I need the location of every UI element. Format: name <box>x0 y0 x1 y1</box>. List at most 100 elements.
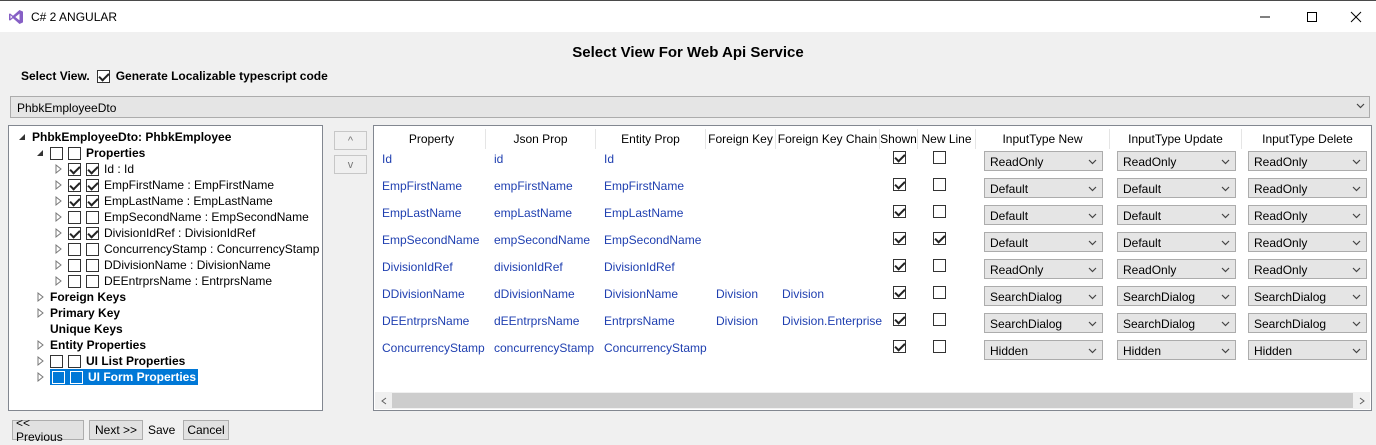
input-type-select[interactable]: ReadOnly <box>984 259 1103 279</box>
expand-icon[interactable] <box>53 179 65 191</box>
new-line-checkbox[interactable] <box>933 313 946 326</box>
expand-icon[interactable] <box>35 291 47 303</box>
tree-node-ui-list-properties[interactable]: UI List Properties <box>35 353 185 369</box>
input-type-select[interactable]: ReadOnly <box>1117 259 1236 279</box>
next-button[interactable]: Next >> <box>89 420 143 440</box>
input-type-select[interactable]: Default <box>984 205 1103 225</box>
tree-checkbox[interactable] <box>50 354 63 368</box>
input-type-select[interactable]: SearchDialog <box>1248 313 1367 333</box>
shown-checkbox[interactable] <box>893 286 906 299</box>
tree-checkbox[interactable] <box>68 146 81 160</box>
tree-property-item[interactable]: Id : Id <box>53 161 134 177</box>
tree-node-unique-keys[interactable]: Unique Keys <box>50 321 123 337</box>
shown-checkbox[interactable] <box>893 178 906 191</box>
expand-icon[interactable] <box>53 275 65 287</box>
column-header[interactable]: Foreign Key <box>706 129 776 149</box>
save-button[interactable]: Save <box>148 423 175 437</box>
tree-checkbox[interactable] <box>68 178 81 192</box>
expand-icon[interactable] <box>35 371 47 383</box>
column-header[interactable]: Property <box>378 129 486 149</box>
move-down-button[interactable]: v <box>334 155 367 174</box>
selected-tree-node[interactable]: UI Form Properties <box>50 369 199 385</box>
tree-checkbox[interactable] <box>86 226 99 240</box>
tree-checkbox[interactable] <box>52 370 65 384</box>
tree-property-item[interactable]: DivisionIdRef : DivisionIdRef <box>53 225 255 241</box>
input-type-select[interactable]: ReadOnly <box>1248 259 1367 279</box>
maximize-button[interactable] <box>1289 5 1335 29</box>
tree-checkbox[interactable] <box>86 274 99 288</box>
shown-checkbox[interactable] <box>893 259 906 272</box>
expand-icon[interactable] <box>35 307 47 319</box>
new-line-checkbox[interactable] <box>933 232 946 245</box>
tree-property-item[interactable]: EmpSecondName : EmpSecondName <box>53 209 309 225</box>
input-type-select[interactable]: ReadOnly <box>1248 151 1367 171</box>
collapse-icon[interactable] <box>17 131 29 143</box>
column-header[interactable]: Json Prop <box>486 129 596 149</box>
tree-checkbox[interactable] <box>86 210 99 224</box>
tree-checkbox[interactable] <box>68 274 81 288</box>
tree-checkbox[interactable] <box>86 162 99 176</box>
expand-icon[interactable] <box>35 355 47 367</box>
scrollbar-thumb[interactable] <box>392 393 1353 408</box>
tree-property-item[interactable]: EmpFirstName : EmpFirstName <box>53 177 274 193</box>
input-type-select[interactable]: SearchDialog <box>984 313 1103 333</box>
tree-property-item[interactable]: DDivisionName : DivisionName <box>53 257 271 273</box>
input-type-select[interactable]: SearchDialog <box>984 286 1103 306</box>
move-up-button[interactable]: ^ <box>334 131 367 150</box>
tree-node-ui-form-properties[interactable]: UI Form Properties <box>35 369 199 385</box>
input-type-select[interactable]: Default <box>1117 232 1236 252</box>
new-line-checkbox[interactable] <box>933 178 946 191</box>
scroll-left-icon[interactable] <box>375 392 392 409</box>
tree-checkbox[interactable] <box>68 210 81 224</box>
column-header[interactable]: Entity Prop <box>596 129 706 149</box>
shown-checkbox[interactable] <box>893 151 906 164</box>
tree-checkbox[interactable] <box>68 162 81 176</box>
input-type-select[interactable]: Hidden <box>1117 340 1236 360</box>
tree-node-entity-properties[interactable]: Entity Properties <box>35 337 146 353</box>
shown-checkbox[interactable] <box>893 232 906 245</box>
new-line-checkbox[interactable] <box>933 151 946 164</box>
tree-checkbox[interactable] <box>70 370 83 384</box>
expand-icon[interactable] <box>35 339 47 351</box>
tree-checkbox[interactable] <box>68 242 81 256</box>
collapse-icon[interactable] <box>35 147 47 159</box>
input-type-select[interactable]: ReadOnly <box>984 151 1103 171</box>
tree-checkbox[interactable] <box>68 226 81 240</box>
tree-checkbox[interactable] <box>86 178 99 192</box>
input-type-select[interactable]: SearchDialog <box>1248 286 1367 306</box>
input-type-select[interactable]: Default <box>1117 178 1236 198</box>
new-line-checkbox[interactable] <box>933 286 946 299</box>
tree-node-primary-key[interactable]: Primary Key <box>35 305 120 321</box>
properties-grid[interactable]: Property Json Prop Entity Prop Foreign Key F… <box>373 125 1372 411</box>
new-line-checkbox[interactable] <box>933 259 946 272</box>
input-type-select[interactable]: ReadOnly <box>1248 232 1367 252</box>
cancel-button[interactable]: Cancel <box>183 420 229 440</box>
previous-button[interactable]: << Previous <box>12 416 84 444</box>
input-type-select[interactable]: Hidden <box>984 340 1103 360</box>
expand-icon[interactable] <box>53 243 65 255</box>
horizontal-scrollbar[interactable] <box>375 392 1370 409</box>
tree-node-properties[interactable]: Properties <box>35 145 145 161</box>
column-header[interactable]: InputType New <box>976 129 1110 149</box>
view-select[interactable]: PhbkEmployeeDto <box>10 96 1370 118</box>
input-type-select[interactable]: Default <box>1117 205 1236 225</box>
column-header[interactable]: InputType Delete <box>1242 129 1371 149</box>
expand-icon[interactable] <box>53 163 65 175</box>
column-header[interactable]: New Line <box>918 129 976 149</box>
shown-checkbox[interactable] <box>893 205 906 218</box>
new-line-checkbox[interactable] <box>933 340 946 353</box>
tree-checkbox[interactable] <box>86 258 99 272</box>
input-type-select[interactable]: SearchDialog <box>1117 313 1236 333</box>
tree-root[interactable]: PhbkEmployeeDto: PhbkEmployee <box>17 129 231 145</box>
expand-icon[interactable] <box>53 195 65 207</box>
close-button[interactable] <box>1333 5 1376 29</box>
input-type-select[interactable]: SearchDialog <box>1117 286 1236 306</box>
tree-checkbox[interactable] <box>68 194 81 208</box>
column-header[interactable]: Shown <box>880 129 918 149</box>
input-type-select[interactable]: ReadOnly <box>1248 178 1367 198</box>
input-type-select[interactable]: Default <box>984 178 1103 198</box>
expand-icon[interactable] <box>53 259 65 271</box>
input-type-select[interactable]: Default <box>984 232 1103 252</box>
expand-icon[interactable] <box>53 227 65 239</box>
expand-icon[interactable] <box>53 211 65 223</box>
